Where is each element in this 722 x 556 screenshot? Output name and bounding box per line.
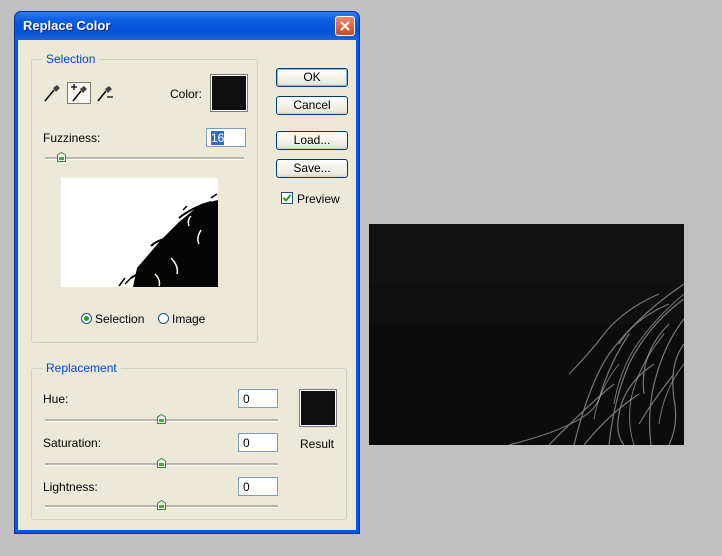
fuzziness-label: Fuzziness: <box>43 131 101 145</box>
document-image-preview <box>369 224 684 445</box>
preview-checkbox[interactable] <box>281 192 293 204</box>
result-color-swatch[interactable] <box>299 389 337 427</box>
hue-input[interactable]: 0 <box>238 389 278 408</box>
hue-slider-thumb[interactable] <box>157 414 166 424</box>
title-bar[interactable]: Replace Color <box>15 12 359 40</box>
replace-color-dialog: Replace Color Selection Color: Fuzziness… <box>14 11 360 534</box>
view-image-label[interactable]: Image <box>172 312 205 326</box>
load-button[interactable]: Load... <box>276 131 348 150</box>
lightness-value: 0 <box>243 480 250 494</box>
save-button[interactable]: Save... <box>276 159 348 178</box>
saturation-value: 0 <box>243 436 250 450</box>
lightness-input[interactable]: 0 <box>238 477 278 496</box>
dialog-title: Replace Color <box>23 18 111 33</box>
preview-label[interactable]: Preview <box>297 192 340 206</box>
eyedropper-minus-tool[interactable] <box>93 83 117 105</box>
hue-value: 0 <box>243 392 250 406</box>
view-selection-radio[interactable] <box>81 313 92 324</box>
eyedropper-icon <box>44 85 60 102</box>
lightness-label: Lightness: <box>43 480 98 494</box>
cancel-button[interactable]: Cancel <box>276 96 348 115</box>
selection-legend: Selection <box>42 52 100 66</box>
selection-color-swatch[interactable] <box>210 74 248 112</box>
ok-button[interactable]: OK <box>276 68 348 87</box>
eyedropper-minus-icon <box>97 86 113 102</box>
result-label: Result <box>300 437 335 451</box>
color-label: Color: <box>170 87 203 101</box>
saturation-input[interactable]: 0 <box>238 433 278 452</box>
hue-label: Hue: <box>43 392 69 406</box>
fuzziness-slider-track[interactable] <box>45 157 244 160</box>
replacement-group: Replacement Hue: 0 Saturation: 0 Lightne… <box>31 361 347 520</box>
eyedropper-plus-tool[interactable] <box>67 82 91 104</box>
close-icon <box>340 21 350 31</box>
close-button[interactable] <box>335 16 355 36</box>
selection-group: Selection Color: Fuzziness: 16 Selection… <box>31 52 258 343</box>
selection-mask-preview <box>61 178 218 287</box>
lightness-slider-thumb[interactable] <box>157 500 166 510</box>
fuzziness-input[interactable]: 16 <box>206 128 246 147</box>
replacement-legend: Replacement <box>42 361 121 375</box>
dialog-body: Selection Color: Fuzziness: 16 Selection… <box>18 40 356 530</box>
saturation-label: Saturation: <box>43 436 102 450</box>
view-image-radio[interactable] <box>158 313 169 324</box>
saturation-slider-thumb[interactable] <box>157 458 166 468</box>
view-selection-label[interactable]: Selection <box>95 312 144 326</box>
fuzziness-value: 16 <box>211 131 225 145</box>
checkmark-icon <box>282 194 292 202</box>
fuzziness-slider-thumb[interactable] <box>57 152 66 162</box>
eyedropper-plus-icon <box>71 84 87 102</box>
eyedropper-tool[interactable] <box>41 83 65 105</box>
